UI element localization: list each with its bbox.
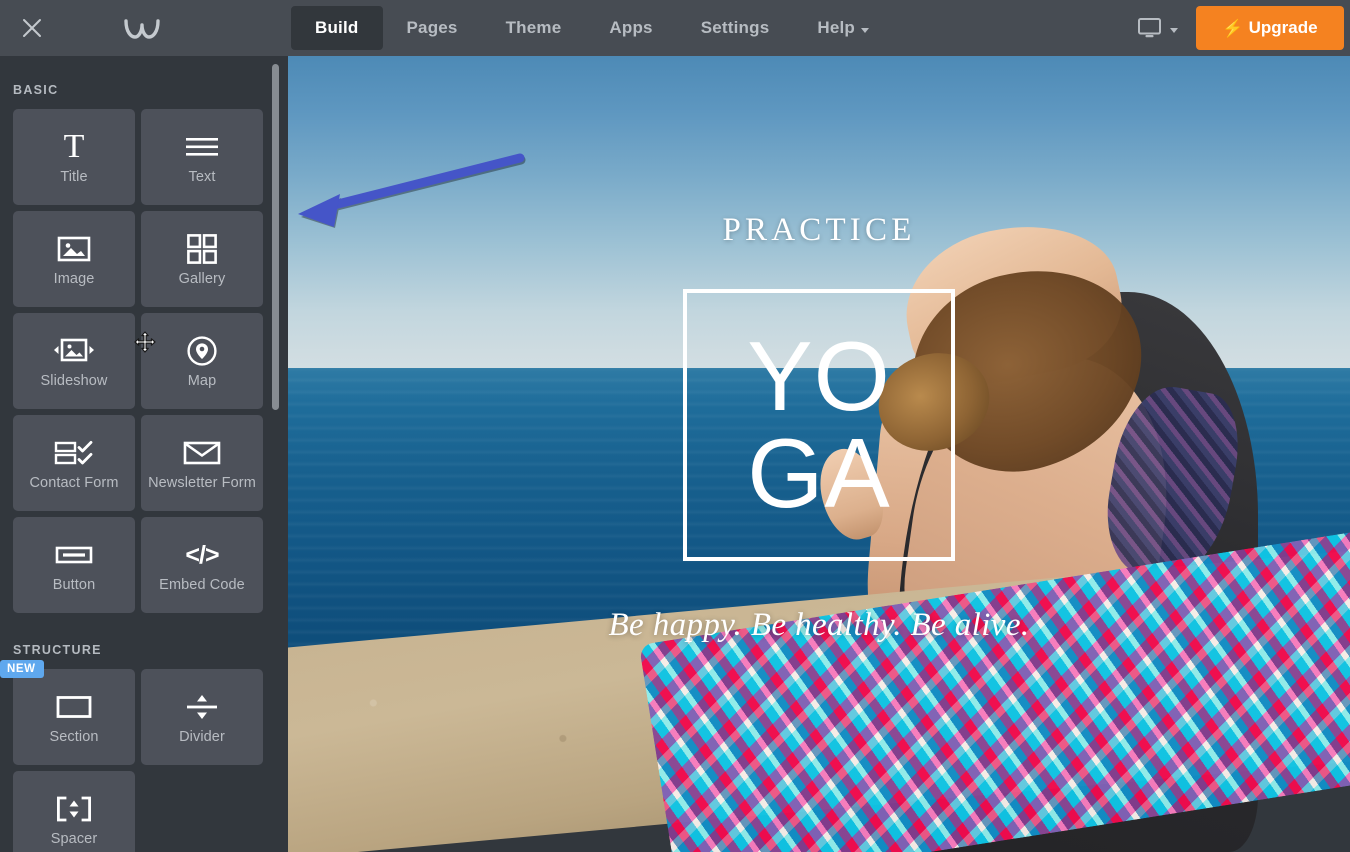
tab-help[interactable]: Help <box>793 0 893 56</box>
element-tile-gallery-label: Gallery <box>178 271 226 288</box>
tab-theme-label: Theme <box>505 18 562 37</box>
image-picture-icon <box>57 229 91 269</box>
section-heading-structure: STRUCTURE <box>13 643 102 657</box>
element-tile-newsletter-form-label: Newsletter Form <box>148 475 256 492</box>
close-icon[interactable] <box>16 12 48 44</box>
tab-build[interactable]: Build <box>291 6 383 50</box>
toolbar-left-group <box>0 0 288 56</box>
section-rectangle-icon <box>56 687 92 727</box>
element-tile-button-label: Button <box>52 577 96 594</box>
sidebar-scrollbar-thumb[interactable] <box>272 64 279 410</box>
chevron-down-icon <box>1170 27 1178 33</box>
sidebar-scrollbar-track[interactable] <box>272 56 284 852</box>
gallery-grid-icon <box>187 229 217 269</box>
hero-logo-line-1: YO <box>747 320 891 431</box>
tab-settings[interactable]: Settings <box>677 0 794 56</box>
button-icon <box>55 535 93 575</box>
hero-logo-line-2: GA <box>747 418 891 528</box>
hero-tagline[interactable]: Be happy. Be healthy. Be alive. <box>288 607 1350 644</box>
element-tile-embed-code-label: Embed Code <box>159 577 245 594</box>
element-tile-newsletter-form[interactable]: Newsletter Form <box>141 415 263 511</box>
slideshow-icon <box>52 331 96 371</box>
upgrade-button[interactable]: ⚡ Upgrade <box>1196 6 1344 50</box>
basic-elements-grid: T Title Text Image Gallery Slideshow Map… <box>13 109 275 613</box>
element-tile-slideshow[interactable]: Slideshow <box>13 313 135 409</box>
element-tile-title[interactable]: T Title <box>13 109 135 205</box>
main-nav: Build Pages Theme Apps Settings Help <box>288 0 1122 56</box>
element-tile-embed-code[interactable]: </> Embed Code <box>141 517 263 613</box>
tab-settings-label: Settings <box>700 18 770 37</box>
code-brackets-icon: </> <box>185 540 219 569</box>
element-tile-text-label: Text <box>188 169 216 186</box>
element-tile-title-label: Title <box>60 169 88 186</box>
paragraph-lines-icon <box>184 127 220 167</box>
element-tile-button[interactable]: Button <box>13 517 135 613</box>
sidebar-content: BASIC T Title Text Image Gallery Slidesh… <box>0 56 288 852</box>
tab-pages[interactable]: Pages <box>383 0 482 56</box>
new-badge: NEW <box>0 660 44 678</box>
contact-form-icon <box>54 433 94 473</box>
element-tile-gallery[interactable]: Gallery <box>141 211 263 307</box>
element-tile-contact-form[interactable]: Contact Form <box>13 415 135 511</box>
element-tile-slideshow-label: Slideshow <box>40 373 108 390</box>
toolbar-right-group: ⚡ Upgrade <box>1122 0 1350 56</box>
element-tile-divider-label: Divider <box>179 729 225 746</box>
site-preview-canvas[interactable]: PRACTICE YO GA Be happy. Be healthy. Be … <box>288 56 1350 852</box>
tab-apps[interactable]: Apps <box>585 0 676 56</box>
element-tile-section-label: Section <box>49 729 99 746</box>
divider-arrows-icon <box>185 687 219 727</box>
element-tile-contact-form-label: Contact Form <box>29 475 119 492</box>
element-tile-divider[interactable]: Divider <box>141 669 263 765</box>
hero-logo-box[interactable]: YO GA <box>683 289 955 561</box>
title-text-icon: T <box>63 128 85 166</box>
element-tile-spacer[interactable]: Spacer <box>13 771 135 852</box>
elements-sidebar[interactable]: BASIC T Title Text Image Gallery Slidesh… <box>0 56 288 852</box>
spacer-arrows-icon <box>55 789 93 829</box>
element-tile-text[interactable]: Text <box>141 109 263 205</box>
upgrade-button-label: Upgrade <box>1248 18 1318 37</box>
section-heading-basic: BASIC <box>13 83 59 97</box>
tab-build-label: Build <box>315 18 359 37</box>
tab-apps-label: Apps <box>609 18 653 37</box>
element-tile-image[interactable]: Image <box>13 211 135 307</box>
top-toolbar: Build Pages Theme Apps Settings Help ⚡ U… <box>0 0 1350 56</box>
element-tile-map[interactable]: Map <box>141 313 263 409</box>
element-tile-spacer-label: Spacer <box>50 831 98 848</box>
structure-elements-grid: NEW Section Divider Spacer <box>0 660 275 852</box>
weebly-editor-window: Build Pages Theme Apps Settings Help ⚡ U… <box>0 0 1350 852</box>
desktop-monitor-icon <box>1138 18 1161 38</box>
element-tile-section[interactable]: NEW Section <box>0 660 135 765</box>
move-cursor <box>134 331 156 353</box>
chevron-down-icon <box>861 27 870 33</box>
tab-pages-label: Pages <box>406 18 458 37</box>
envelope-icon <box>183 433 221 473</box>
element-tile-image-label: Image <box>53 271 95 288</box>
element-tile-map-label: Map <box>187 373 217 390</box>
weebly-logo-icon[interactable] <box>120 12 164 44</box>
tab-theme[interactable]: Theme <box>482 0 586 56</box>
hero-text-overlay: PRACTICE YO GA Be happy. Be healthy. Be … <box>288 56 1350 852</box>
device-preview-selector[interactable] <box>1122 0 1196 56</box>
hero-eyebrow[interactable]: PRACTICE <box>288 212 1350 249</box>
tab-help-label: Help <box>817 18 856 37</box>
map-pin-icon <box>186 331 218 371</box>
lightning-bolt-icon: ⚡ <box>1222 18 1244 38</box>
